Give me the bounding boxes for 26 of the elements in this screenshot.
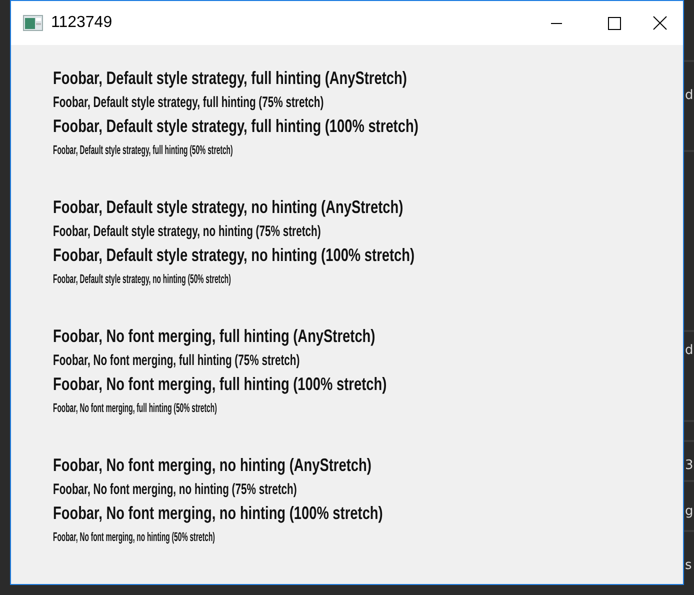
sample-text: Foobar, Default style strategy, full hinting (75% stretch)	[53, 94, 324, 110]
sample-text: Foobar, Default style strategy, full hinting (AnyStretch)	[53, 68, 407, 88]
background-text: d	[685, 342, 694, 360]
background-text: d	[685, 87, 694, 105]
sample-text: Foobar, Default style strategy, no hinting (75% stretch)	[53, 222, 321, 240]
sample-text: Foobar, Default style strategy, full hinting (50% stretch)	[53, 143, 233, 157]
sample-text: Foobar, No font merging, full hinting (AnyStretch)	[53, 326, 376, 346]
sample-text: Foobar, No font merging, full hinting (75% stretch)	[53, 352, 300, 368]
sample-text: Foobar, No font merging, no hinting (AnyStretch)	[53, 454, 372, 476]
sample-text: Foobar, Default style strategy, no hinting (100% stretch)	[53, 244, 415, 266]
window-icon	[23, 15, 43, 31]
sample-text: Foobar, No font merging, no hinting (75% stretch)	[53, 480, 297, 498]
sample-text: Foobar, Default style strategy, no hinting (50% stretch)	[53, 272, 231, 286]
maximize-icon[interactable]	[608, 16, 620, 30]
sample-text: Foobar, No font merging, no hinting (50% stretch)	[53, 530, 215, 544]
background-text: s	[685, 557, 692, 575]
window-title: 1123749	[51, 14, 114, 32]
sample-text: Foobar, No font merging, full hinting (100% stretch)	[53, 374, 387, 394]
sample-text: Foobar, Default style strategy, no hinting (AnyStretch)	[53, 196, 404, 218]
background-text: g	[685, 503, 694, 521]
sample-text: Foobar, Default style strategy, full hinting (100% stretch)	[53, 116, 418, 136]
close-icon[interactable]	[653, 16, 667, 30]
background-text: 3	[685, 457, 694, 475]
minimize-icon[interactable]	[550, 22, 562, 24]
sample-text: Foobar, No font merging, no hinting (100% stretch)	[53, 502, 383, 524]
sample-text: Foobar, No font merging, full hinting (50% stretch)	[53, 401, 217, 415]
